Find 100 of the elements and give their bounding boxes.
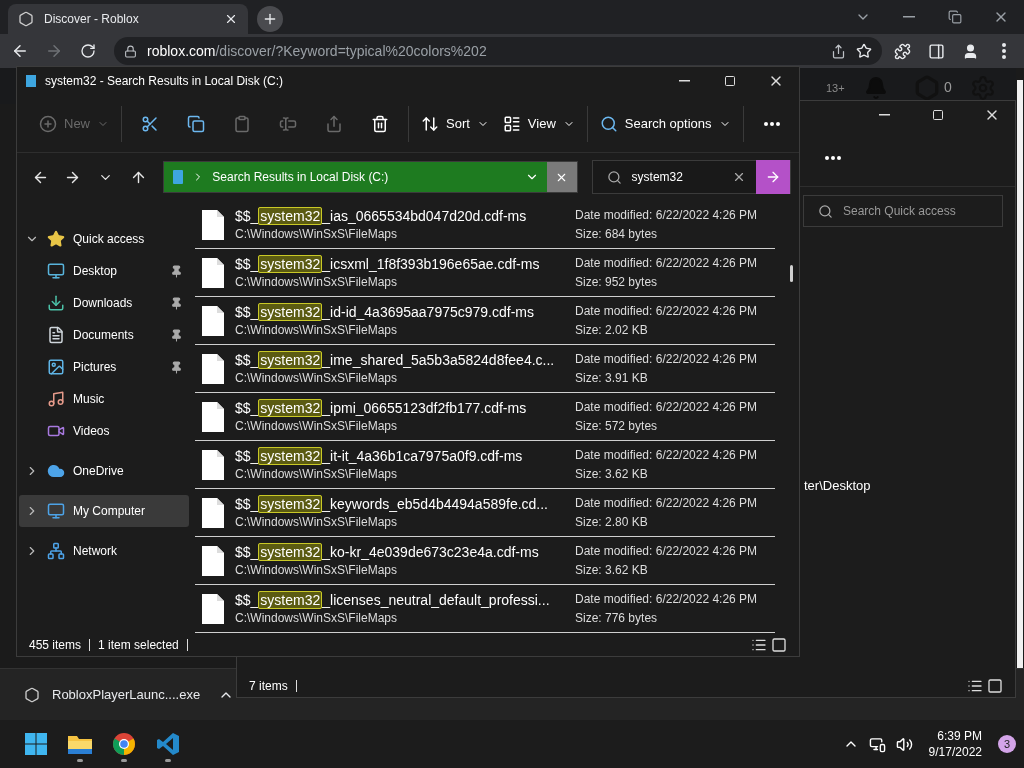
file-name[interactable]: $$_system32_keywords_eb5d4b4494a589fe.cd... [235, 496, 575, 512]
search-options-button[interactable]: Search options [593, 105, 737, 142]
minimize-icon [878, 114, 890, 116]
maximize-icon [724, 75, 736, 87]
sidebar-item[interactable]: Quick access [19, 223, 189, 255]
age-label: 13+ [826, 82, 845, 94]
file-path: C:\Windows\WinSxS\FileMaps [235, 227, 399, 241]
more-icon [763, 121, 780, 126]
more-icon [825, 155, 841, 160]
file-icon [201, 448, 225, 481]
clock[interactable]: 6:39 PM 9/17/2022 [928, 728, 982, 760]
plus-icon [262, 11, 278, 27]
document-icon [47, 326, 65, 344]
view-button[interactable]: View [496, 105, 581, 142]
notification-badge[interactable]: 3 [998, 735, 1016, 753]
address-bar[interactable]: roblox.com/discover/?Keyword=typical%20colors%202 [114, 37, 882, 65]
bookmark-star-icon[interactable] [856, 43, 872, 59]
file-icon [201, 352, 225, 385]
tiles-view-icon[interactable] [987, 678, 1003, 694]
new-tab-button[interactable] [257, 6, 283, 32]
file-path: C:\Windows\WinSxS\FileMaps [235, 611, 399, 625]
folder-icon [25, 74, 37, 88]
sidebar-item[interactable]: My Computer [19, 495, 189, 527]
close-icon[interactable] [224, 12, 238, 26]
computer-icon [47, 502, 65, 520]
file-icon [201, 496, 225, 529]
sidebar-item[interactable]: Music [19, 383, 189, 415]
file-path: C:\Windows\WinSxS\FileMaps [235, 563, 399, 577]
details-view-icon[interactable] [967, 678, 983, 694]
sidebar-item[interactable]: Downloads [19, 287, 189, 319]
code-editor-icon [156, 732, 180, 756]
date-modified: Date modified: 6/22/2022 4:26 PM [575, 304, 758, 318]
search-location-icon [172, 169, 185, 185]
file-size: Size: 684 bytes [575, 227, 659, 241]
copy-icon [187, 114, 205, 133]
cloud-icon [47, 462, 65, 480]
pin-icon [170, 296, 183, 310]
file-name[interactable]: $$_system32_icsxml_1f8f393b196e65ae.cdf-ms [235, 256, 575, 272]
network-icon[interactable] [868, 735, 886, 753]
file-path: C:\Windows\WinSxS\FileMaps [235, 275, 399, 289]
clear-icon[interactable] [732, 170, 746, 184]
volume-icon[interactable] [895, 735, 913, 753]
file-size: Size: 3.91 KB [575, 371, 649, 385]
file-name[interactable]: $$_system32_ime_shared_5a5b3a5824d8fee4.c... [235, 352, 575, 368]
file-icon [201, 400, 225, 433]
file-name[interactable]: $$_system32_it-it_4a36b1ca7975a0f9.cdf-ms [235, 448, 575, 464]
file-size: Size: 2.02 KB [575, 323, 649, 337]
sidebar-item[interactable]: Desktop [19, 255, 189, 287]
file-icon [201, 304, 225, 337]
date-modified: Date modified: 6/22/2022 4:26 PM [575, 208, 758, 222]
windows-logo-icon [24, 732, 48, 756]
date-modified: Date modified: 6/22/2022 4:26 PM [575, 352, 758, 366]
music-icon [47, 390, 65, 408]
pin-icon [170, 328, 183, 342]
lock-icon [124, 44, 137, 58]
sidebar-item[interactable]: Documents [19, 319, 189, 351]
file-size: Size: 776 bytes [575, 611, 659, 625]
file-icon [201, 208, 225, 241]
restore-icon [948, 10, 962, 24]
picture-icon [47, 358, 65, 376]
scrollbar[interactable] [1017, 80, 1023, 668]
file-name[interactable]: $$_system32_ias_0665534bd047d20d.cdf-ms [235, 208, 575, 224]
reload-icon [80, 43, 96, 59]
side-panel-icon [927, 42, 945, 60]
date-modified: Date modified: 6/22/2022 4:26 PM [575, 544, 758, 558]
file-size: Size: 3.62 KB [575, 467, 649, 481]
file-name[interactable]: $$_system32_ko-kr_4e039de673c23e4a.cdf-ms [235, 544, 575, 560]
file-path: C:\Windows\WinSxS\FileMaps [235, 419, 399, 433]
minimize-icon [903, 16, 915, 18]
plus-icon [39, 114, 57, 133]
file-icon [201, 256, 225, 289]
browser-tab[interactable]: Discover - Roblox [8, 4, 248, 34]
download-item[interactable]: RobloxPlayerLaunc....exe [24, 686, 234, 703]
file-name[interactable]: $$_system32_id-id_4a3695aa7975c979.cdf-ms [235, 304, 575, 320]
share-icon[interactable] [831, 43, 846, 59]
file-path: C:\Windows\WinSxS\FileMaps [235, 323, 399, 337]
file-name[interactable]: $$_system32_ipmi_06655123df2fb177.cdf-ms [235, 400, 575, 416]
address-bar[interactable]: Search Results in Local Disk (C:) [163, 161, 578, 193]
item-count: 455 items [29, 638, 82, 652]
sidebar-item[interactable]: Pictures [19, 351, 189, 383]
tiles-view-icon[interactable] [771, 637, 787, 653]
file-path: C:\Windows\WinSxS\FileMaps [235, 515, 399, 529]
search-icon [599, 114, 618, 133]
url-text: roblox.com/discover/?Keyword=typical%20colors%202 [147, 43, 488, 59]
search-field[interactable]: system32 [591, 160, 791, 194]
sidebar-item[interactable]: Network [19, 535, 189, 567]
search-icon [818, 203, 833, 219]
pin-icon [170, 264, 183, 278]
forward-arrow-icon [45, 42, 63, 60]
file-name[interactable]: $$_system32_licenses_neutral_default_professi... [235, 592, 575, 608]
selection-count: 1 item selected [98, 638, 179, 652]
folder-path: ter\Desktop [804, 477, 872, 493]
sidebar-item[interactable]: Videos [19, 415, 189, 447]
file-path: C:\Windows\WinSxS\FileMaps [235, 371, 399, 385]
scrollbar-thumb[interactable] [790, 265, 793, 282]
search-field[interactable]: Search Quick access [803, 195, 1003, 227]
sidebar-item[interactable]: OneDrive [19, 455, 189, 487]
details-view-icon[interactable] [751, 637, 767, 653]
search-go-button[interactable] [756, 160, 790, 194]
sort-button[interactable]: Sort [415, 105, 495, 142]
